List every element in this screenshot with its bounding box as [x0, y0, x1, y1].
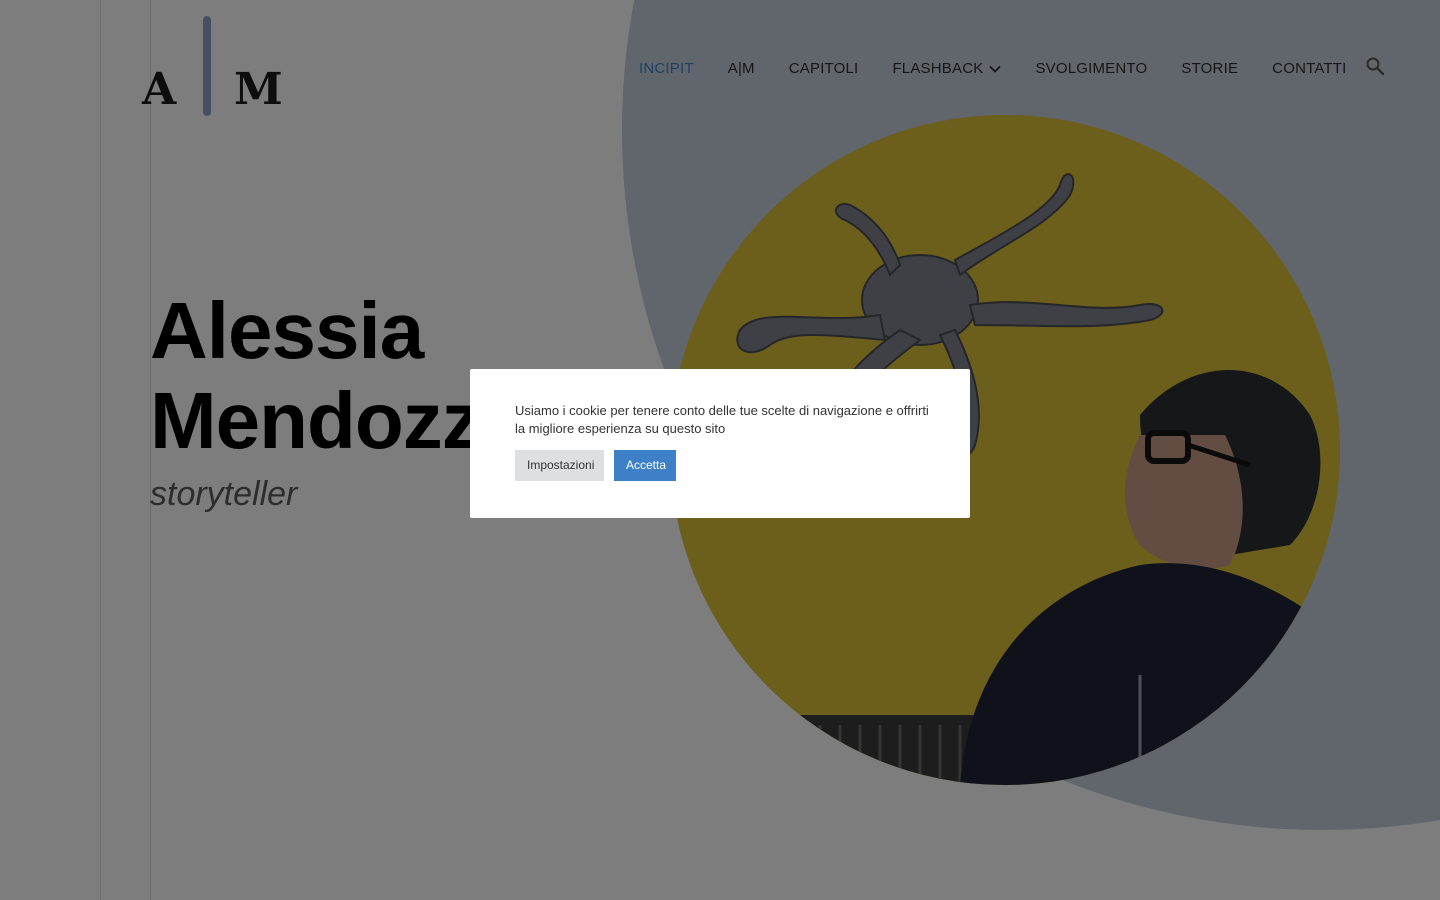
cookie-consent-dialog: Usiamo i cookie per tenere conto delle t… [470, 369, 970, 518]
cookie-consent-text: Usiamo i cookie per tenere conto delle t… [515, 403, 929, 436]
cookie-settings-button[interactable]: Impostazioni [515, 450, 604, 481]
page: A M INCIPIT A|M CAPITOLI FLASHBACK SVOLG… [0, 0, 1440, 900]
cookie-accept-button[interactable]: Accetta [614, 450, 676, 481]
